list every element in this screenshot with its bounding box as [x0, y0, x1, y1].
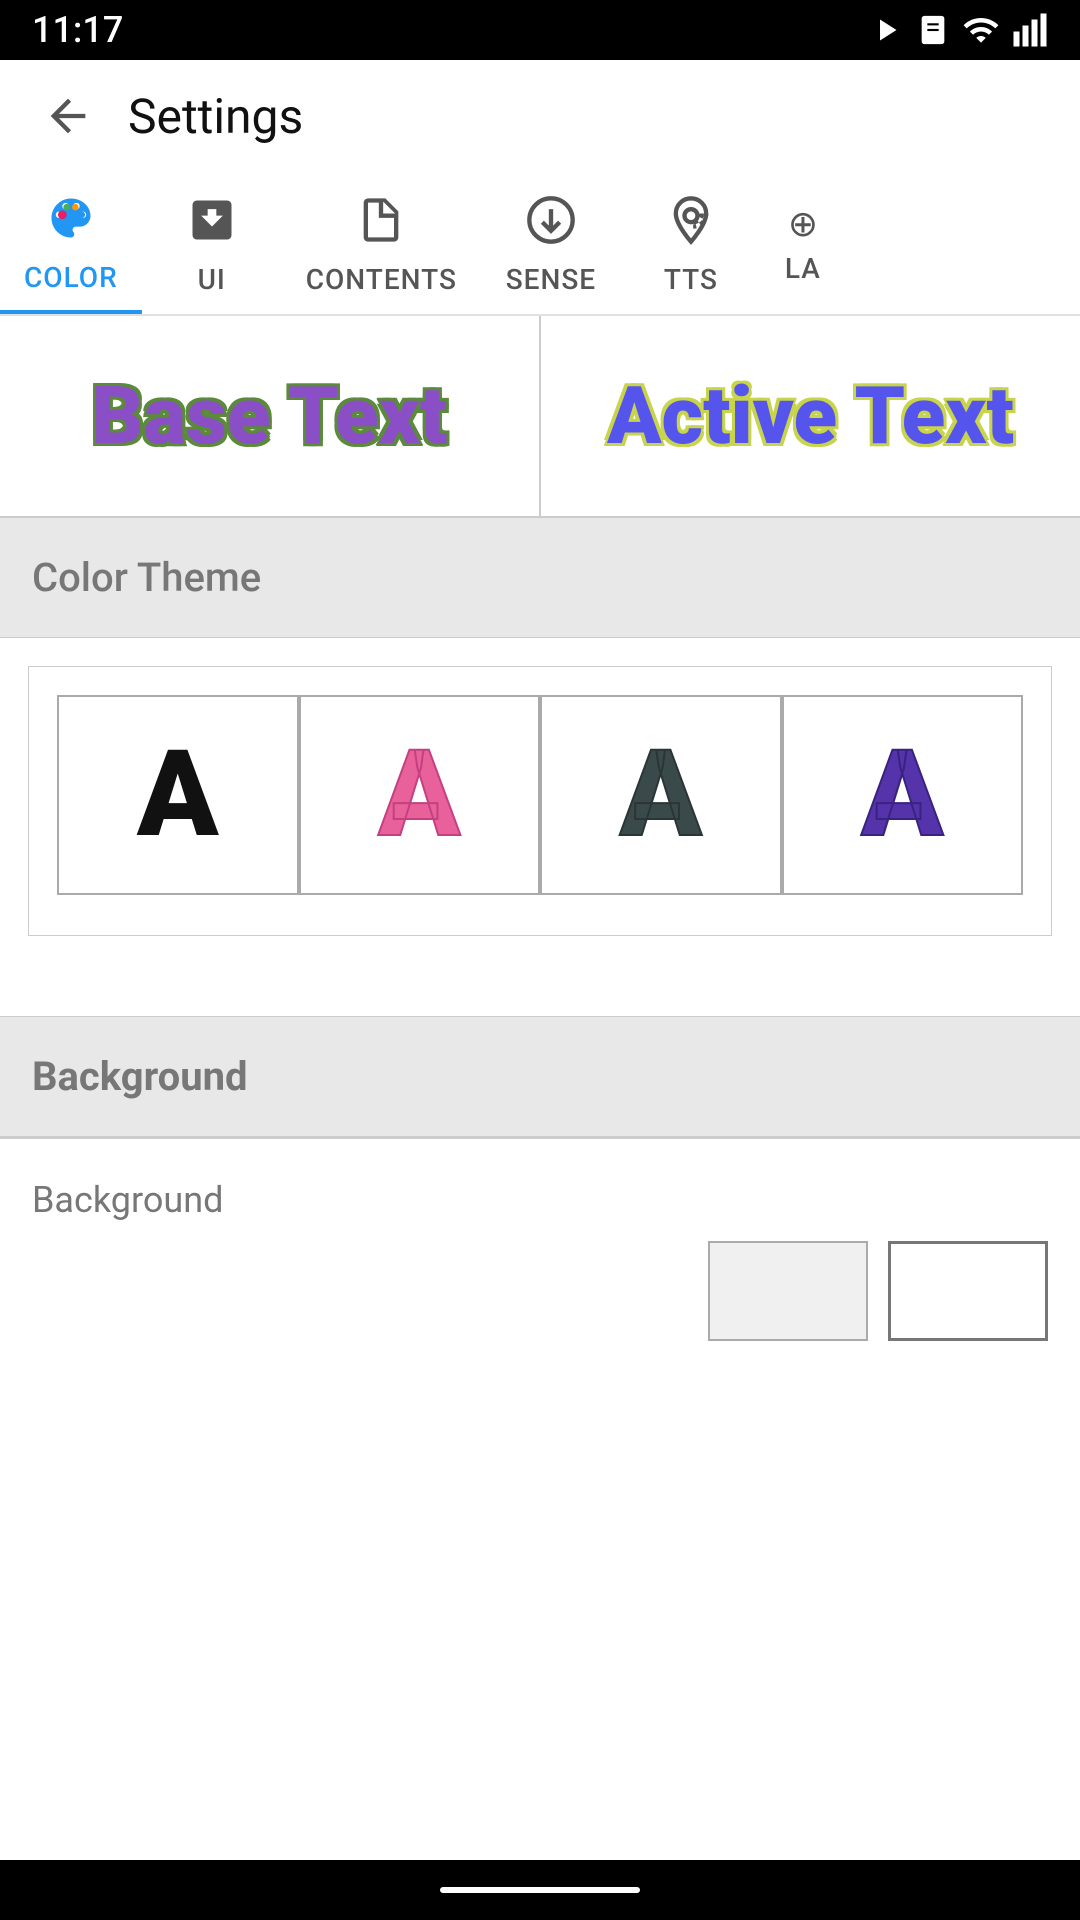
tab-color[interactable]: COLOR	[0, 172, 142, 314]
nav-bar	[0, 1860, 1080, 1920]
location-sound-icon	[665, 194, 717, 246]
tab-tts[interactable]: TTS	[621, 172, 761, 314]
contents-tab-icon	[355, 194, 407, 253]
toolbar: Settings	[0, 60, 1080, 172]
theme-option-black[interactable]: A	[57, 695, 299, 895]
color-theme-section-header: Color Theme	[0, 518, 1080, 638]
tab-contents[interactable]: CONTENTS	[282, 172, 481, 314]
background-row: Background	[0, 1139, 1080, 1341]
play-icon	[868, 12, 904, 48]
theme-option-dark[interactable]: A	[540, 695, 782, 895]
theme-option-pink[interactable]: A	[299, 695, 541, 895]
tab-la[interactable]: ⊕ LA	[761, 172, 845, 314]
background-swatches	[32, 1241, 1048, 1341]
download-box-icon	[186, 194, 238, 246]
nav-indicator	[440, 1887, 640, 1893]
tab-color-label: COLOR	[24, 261, 118, 294]
tab-bar: COLOR UI CONTENTS SENSE	[0, 172, 1080, 316]
page-title: Settings	[128, 88, 303, 145]
wifi-icon	[962, 11, 1000, 49]
ui-tab-icon	[186, 194, 238, 253]
theme-option-purple[interactable]: A	[782, 695, 1024, 895]
tab-contents-label: CONTENTS	[306, 263, 457, 296]
palette-icon	[45, 192, 97, 244]
tab-ui-label: UI	[198, 263, 226, 296]
preview-active[interactable]: Active Text	[541, 316, 1080, 516]
theme-letter-dark: A	[620, 725, 702, 865]
status-time: 11:17	[32, 9, 123, 51]
sim-icon	[916, 13, 950, 47]
sense-tab-icon	[525, 194, 577, 253]
tts-tab-icon	[665, 194, 717, 253]
tab-tts-label: TTS	[664, 263, 718, 296]
spacer	[0, 936, 1080, 1016]
document-icon	[355, 194, 407, 246]
background-swatch-1[interactable]	[708, 1241, 868, 1341]
color-theme-label: Color Theme	[32, 554, 261, 601]
preview-base[interactable]: Base Text	[0, 316, 541, 516]
background-swatch-2[interactable]	[888, 1241, 1048, 1341]
color-theme-grid: A A A A	[28, 666, 1052, 936]
background-row-label: Background	[32, 1179, 223, 1221]
signal-icon	[1012, 12, 1048, 48]
status-bar: 11:17	[0, 0, 1080, 60]
color-tab-icon	[45, 192, 97, 251]
status-icons	[868, 11, 1048, 49]
tab-la-label: LA	[785, 252, 821, 285]
tab-sense-label: SENSE	[506, 263, 596, 296]
active-text-preview: Active Text	[607, 369, 1014, 463]
preview-section: Base Text Active Text	[0, 316, 1080, 518]
background-section-label: Background	[32, 1053, 248, 1100]
back-arrow-icon	[42, 90, 94, 142]
tab-ui[interactable]: UI	[142, 172, 282, 314]
theme-letter-black: A	[137, 725, 219, 865]
base-text-preview: Base Text	[92, 369, 448, 463]
download-circle-icon	[525, 194, 577, 246]
theme-letter-pink: A	[378, 725, 460, 865]
back-button[interactable]	[32, 80, 104, 152]
la-tab-icon: ⊕	[788, 206, 818, 242]
background-section-header: Background	[0, 1016, 1080, 1137]
theme-letter-purple: A	[861, 725, 943, 865]
tab-sense[interactable]: SENSE	[481, 172, 621, 314]
